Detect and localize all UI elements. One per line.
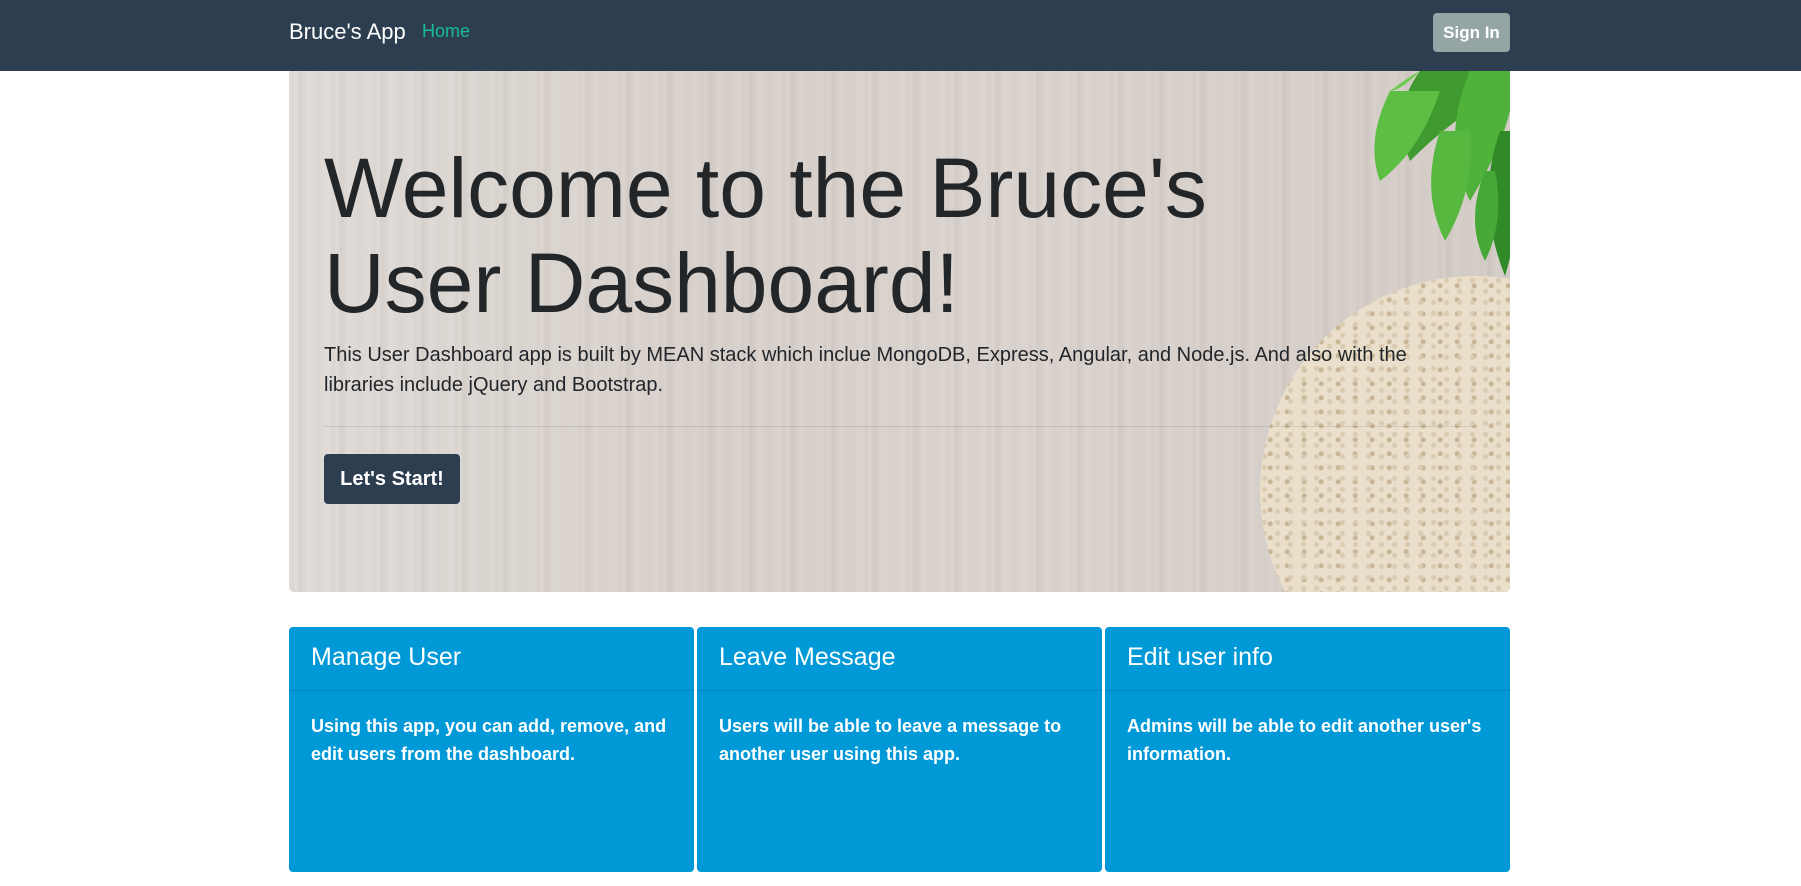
lets-start-button[interactable]: Let's Start! [324,454,460,504]
card-text: Admins will be able to edit another user… [1127,716,1482,764]
hero-title: Welcome to the Bruce's User Dashboard! [324,141,1207,330]
hero-jumbotron: Welcome to the Bruce's User Dashboard! T… [289,71,1510,592]
card-manage-user: Manage User Using this app, you can add,… [289,627,694,872]
hero-divider [324,426,1474,427]
card-leave-message: Leave Message Users will be able to leav… [697,627,1102,872]
nav-home-link[interactable]: Home [422,21,470,42]
brand-link[interactable]: Bruce's App [289,19,406,45]
card-title: Edit user info [1105,627,1510,691]
card-title: Manage User [289,627,694,691]
hero-lead-text: This User Dashboard app is built by MEAN… [324,344,1407,396]
card-text: Using this app, you can add, remove, and… [311,716,667,764]
card-title: Leave Message [697,627,1102,691]
card-edit-user-info: Edit user info Admins will be able to ed… [1105,627,1510,872]
sign-in-button[interactable]: Sign In [1433,13,1510,52]
card-text: Users will be able to leave a message to… [719,716,1062,764]
top-navbar: Bruce's App Home Sign In [0,0,1801,71]
